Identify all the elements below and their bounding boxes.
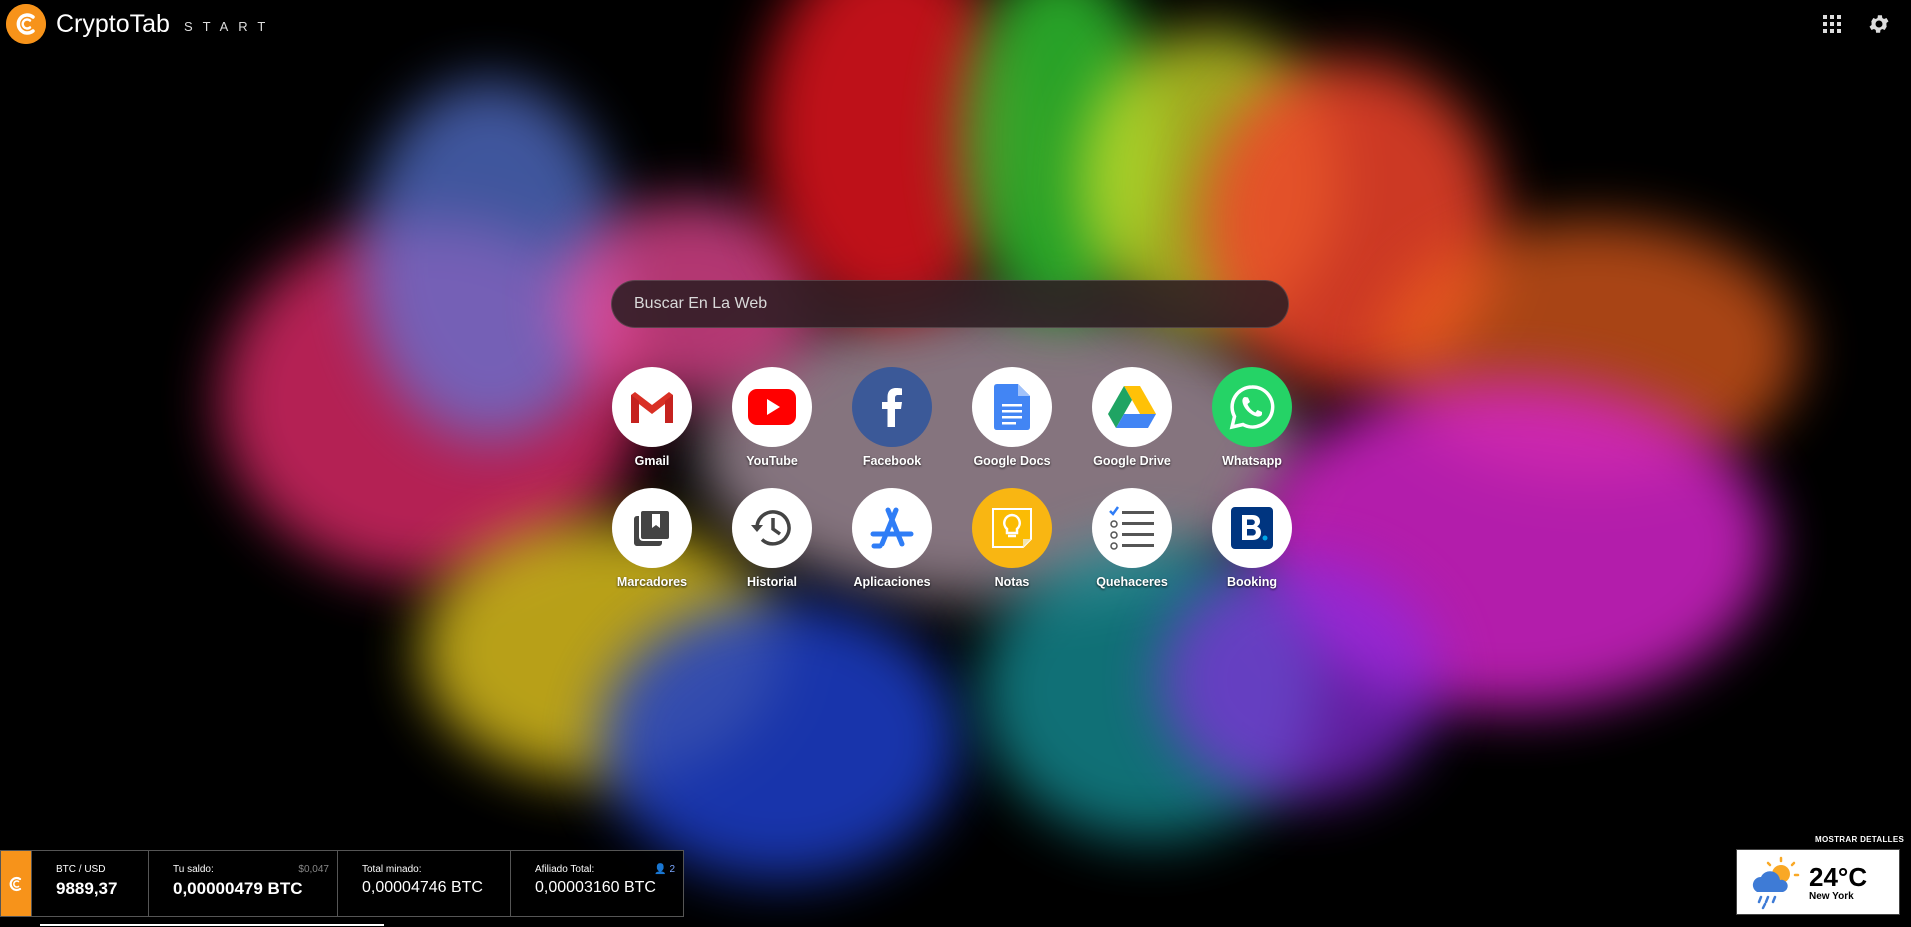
tile-notes[interactable]: Notas <box>952 488 1072 589</box>
notes-icon <box>972 488 1052 568</box>
tile-label: Gmail <box>634 454 670 468</box>
tile-label: Google Docs <box>973 454 1051 468</box>
btc-usd-rate: BTC / USD 9889,37 <box>31 851 148 916</box>
whatsapp-icon <box>1212 367 1292 447</box>
tile-label: Booking <box>1227 575 1277 589</box>
search-input[interactable] <box>632 294 1288 314</box>
tile-label: Whatsapp <box>1222 454 1282 468</box>
brand-name: CryptoTab <box>56 9 170 38</box>
affiliate-label: Afiliado Total: <box>535 864 595 875</box>
history-icon <box>732 488 812 568</box>
mining-progress-bar <box>40 924 384 926</box>
weather-temperature: 24°C <box>1809 862 1868 892</box>
balance-value: 0,00000479 BTC <box>173 879 303 898</box>
google-docs-icon <box>972 367 1052 447</box>
grid-icon <box>1823 15 1841 33</box>
bookmarks-icon <box>612 488 692 568</box>
tile-history[interactable]: Historial <box>712 488 832 589</box>
cryptotab-logo-icon <box>6 4 46 44</box>
tile-gmail[interactable]: Gmail <box>592 367 712 468</box>
tile-label: Notas <box>994 575 1030 589</box>
partly-cloudy-rain-icon <box>1752 856 1800 910</box>
tile-label: Marcadores <box>616 575 688 589</box>
mined-stat: Total minado: 0,00004746 BTC <box>337 851 510 916</box>
todo-list-icon <box>1092 488 1172 568</box>
shortcut-grid: Gmail YouTube Facebook Google Docs Googl… <box>592 367 1312 589</box>
settings-button[interactable] <box>1865 10 1893 38</box>
tile-label: Google Drive <box>1093 454 1171 468</box>
gmail-icon <box>612 367 692 447</box>
facebook-icon <box>852 367 932 447</box>
brand-subtitle: START <box>183 18 276 34</box>
tile-bookmarks[interactable]: Marcadores <box>592 488 712 589</box>
tile-whatsapp[interactable]: Whatsapp <box>1192 367 1312 468</box>
tile-google-drive[interactable]: Google Drive <box>1072 367 1192 468</box>
tile-label: Aplicaciones <box>853 575 931 589</box>
booking-icon <box>1212 488 1292 568</box>
weather-details-link[interactable]: MOSTRAR DETALLES <box>1815 835 1904 844</box>
search-bar[interactable] <box>611 280 1289 328</box>
tile-label: Historial <box>746 575 797 589</box>
tile-google-docs[interactable]: Google Docs <box>952 367 1072 468</box>
apps-grid-button[interactable] <box>1818 10 1846 38</box>
app-store-icon <box>852 488 932 568</box>
google-drive-icon <box>1092 367 1172 447</box>
btc-usd-label: BTC / USD <box>56 864 106 875</box>
tile-label: Facebook <box>862 454 922 468</box>
tile-apps[interactable]: Aplicaciones <box>832 488 952 589</box>
youtube-icon <box>732 367 812 447</box>
tile-todo[interactable]: Quehaceres <box>1072 488 1192 589</box>
tile-booking[interactable]: Booking <box>1192 488 1312 589</box>
cryptotab-logo-icon <box>1 851 31 916</box>
tile-label: YouTube <box>746 454 798 468</box>
mining-stats-bar[interactable]: BTC / USD 9889,37 Tu saldo: $0,047 0,000… <box>0 850 684 917</box>
affiliate-count-value: 2 <box>669 864 675 875</box>
weather-widget[interactable]: 24°C New York <box>1736 849 1900 915</box>
brand-logo[interactable]: CryptoTab START <box>6 4 275 44</box>
tile-label: Quehaceres <box>1096 575 1168 589</box>
affiliate-count: 👤 2 <box>654 864 675 875</box>
tile-facebook[interactable]: Facebook <box>832 367 952 468</box>
user-icon: 👤 <box>654 864 667 875</box>
affiliate-value: 0,00003160 BTC <box>535 879 656 896</box>
balance-usd: $0,047 <box>298 864 329 875</box>
mined-label: Total minado: <box>362 864 422 875</box>
affiliate-stat: Afiliado Total: 👤 2 0,00003160 BTC <box>510 851 683 916</box>
balance-stat: Tu saldo: $0,047 0,00000479 BTC <box>148 851 337 916</box>
gear-icon <box>1869 15 1889 33</box>
balance-label: Tu saldo: <box>173 864 214 875</box>
tile-youtube[interactable]: YouTube <box>712 367 832 468</box>
btc-usd-value: 9889,37 <box>56 879 118 898</box>
mined-value: 0,00004746 BTC <box>362 879 483 896</box>
weather-info: 24°C New York <box>1809 862 1867 902</box>
